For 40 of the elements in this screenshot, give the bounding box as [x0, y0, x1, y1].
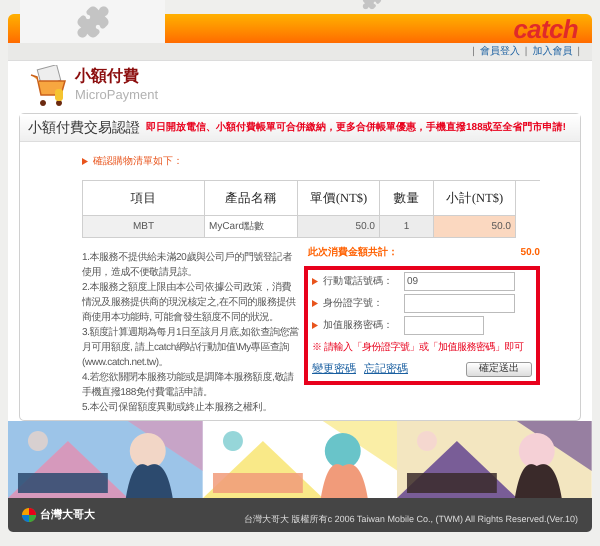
note-text: 3.額度計算週期為每月1日至該月月底,如欲查詢您當月可用額度, 請上catch網站\行動加值\My專區查詢(www.catch.net.tw)。: [82, 326, 300, 370]
separator: |: [472, 45, 475, 59]
separator: |: [577, 45, 580, 59]
page-subtitle: MicroPayment: [75, 86, 158, 104]
puzzle-icon: [76, 4, 110, 38]
arrow-icon: [312, 300, 318, 307]
brand-name: 台灣大哥大: [40, 508, 95, 523]
copyright-text: 台灣大哥大 版權所有c 2006 Taiwan Mobile Co., (TWM) All Rights Reserved.(Ver.10): [244, 512, 578, 526]
note-text: 1.本服務不提供給未滿20歲與公司戶的門號登記者使用，造成不便敬請見諒。: [82, 250, 293, 280]
arrow-icon: [312, 278, 318, 285]
field-label: 行動電話號碼：: [323, 274, 394, 289]
hint-text: ※ 請輸入「身份證字號」或「加值服務密碼」即可: [312, 340, 525, 355]
field-label: 身份證字號：: [323, 296, 384, 311]
forgot-password-link[interactable]: 忘記密碼: [364, 361, 408, 378]
notice-text: 即日開放電信、小額付費帳單可合併繳納，更多合併帳單優惠，手機直撥188或至全省門市申請!: [146, 120, 566, 135]
total-value: 50.0: [520, 246, 540, 260]
table-cell: MBT: [83, 216, 205, 238]
column-header: 產品名稱: [205, 181, 298, 216]
brand-logo-icon: [22, 508, 36, 522]
table-cell: 50.0: [298, 216, 380, 238]
total-label: 此次消費金額共計：: [308, 246, 398, 260]
field-label: 加值服務密碼：: [323, 318, 394, 333]
page-title: 小額付費: [75, 68, 140, 86]
arrow-icon: [82, 158, 88, 164]
note-text: 5.本公司保留額度異動或終止本服務之權利。: [82, 400, 273, 415]
list-heading: 確認購物清單如下：: [93, 154, 183, 168]
card-title: 小額付費交易認證: [28, 118, 140, 137]
arrow-icon: [312, 322, 318, 329]
separator: |: [524, 45, 528, 59]
change-password-link[interactable]: 變更密碼: [312, 361, 356, 378]
note-text: 2.本服務之額度上限由本公司依據公司政策，消費情況及服務提供商的現況核定之,在不同的服務提供商使用本功能時, 可能會發生額度不同的狀況。: [82, 280, 297, 325]
login-link[interactable]: 會員登入: [480, 44, 520, 59]
input-field[interactable]: [404, 294, 515, 313]
table-cell: 1: [380, 216, 434, 238]
input-field[interactable]: [404, 316, 484, 335]
register-link[interactable]: 加入會員: [532, 44, 572, 59]
submit-button[interactable]: 確定送出: [466, 362, 532, 377]
note-text: 4.若您欲關閉本服務功能或是調降本服務額度,敬請手機直撥188免付費電話申請。: [82, 370, 295, 400]
input-field[interactable]: 09: [404, 272, 515, 291]
table-cell: 50.0: [434, 216, 516, 238]
